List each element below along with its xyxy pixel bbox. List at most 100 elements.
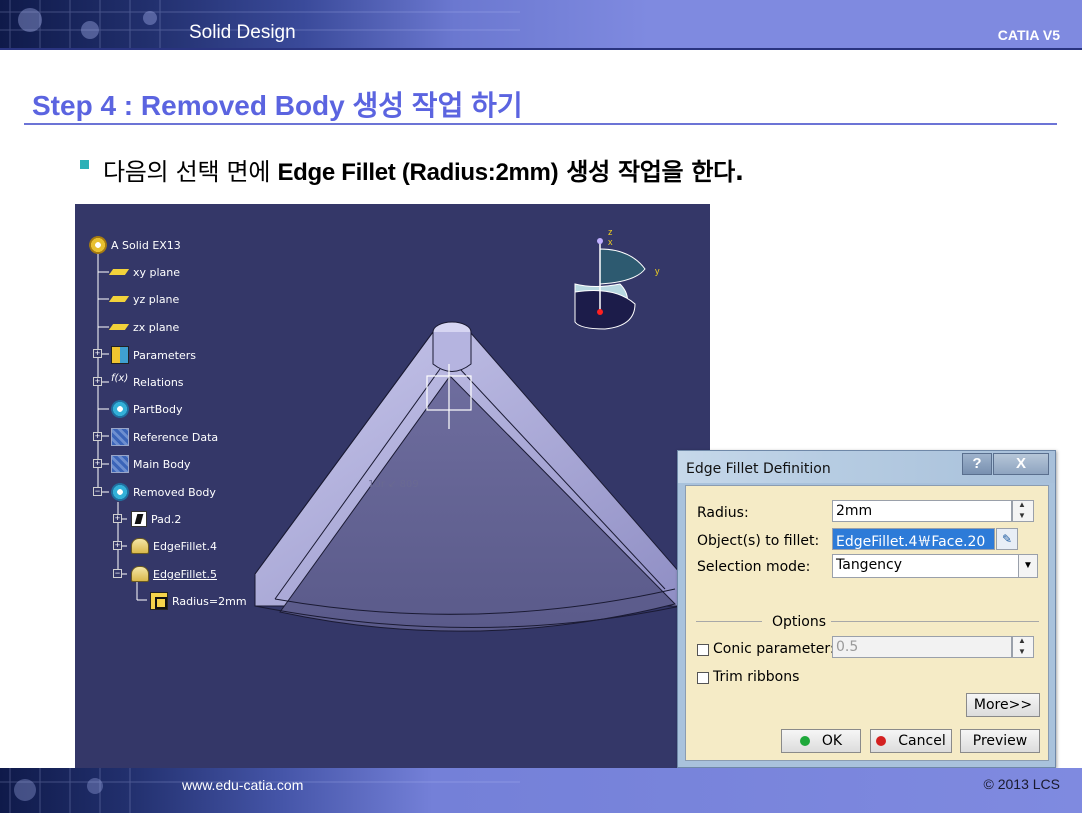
objects-input[interactable]: EdgeFillet.4￦Face.20 xyxy=(832,528,995,550)
expand-edgefillet-4-icon[interactable]: + xyxy=(113,541,122,550)
catia-3d-viewport[interactable]: 10r ↙ 809 z x y A Solid EX13 xy plane yz… xyxy=(75,204,710,769)
tree-item-radius[interactable]: Radius=2mm xyxy=(150,591,247,611)
instruction-text: 다음의 선택 면에 Edge Fillet (Radius:2mm) 생성 작업… xyxy=(103,152,744,187)
compass-icon[interactable]: z x y xyxy=(574,227,660,330)
expand-pad-icon[interactable]: + xyxy=(113,514,122,523)
fillet-icon xyxy=(131,538,149,554)
edit-list-icon[interactable]: ✎ xyxy=(996,528,1018,550)
options-label: Options xyxy=(772,614,827,630)
ok-status-icon xyxy=(799,736,810,746)
tree-item-label: EdgeFillet.5 xyxy=(153,567,217,581)
expand-main-body-icon[interactable]: + xyxy=(93,459,102,468)
tree-item-label: zx plane xyxy=(133,320,180,334)
body-gear-icon xyxy=(111,483,129,501)
cancel-button[interactable]: Cancel xyxy=(870,729,952,753)
cancel-label: Cancel xyxy=(898,733,946,749)
dialog-titlebar[interactable]: Edge Fillet Definition ? X xyxy=(678,451,1055,483)
expand-parameters-icon[interactable]: + xyxy=(93,349,102,358)
viewport-faint-label: 10r ↙ 809 xyxy=(368,479,419,490)
tree-item-reference-data[interactable]: Reference Data xyxy=(111,427,218,447)
options-divider-left xyxy=(696,621,762,622)
tree-item-label: Relations xyxy=(133,375,184,389)
tree-item-label: yz plane xyxy=(133,292,180,306)
header-title: Solid Design xyxy=(189,22,296,43)
ok-label: OK xyxy=(821,733,843,749)
compass-z-label: z xyxy=(608,227,613,237)
header-bar: Solid Design CATIA V5 xyxy=(0,0,1082,50)
trim-ribbons-checkbox[interactable] xyxy=(697,672,709,684)
collapse-edgefillet-5-icon[interactable]: − xyxy=(113,569,122,578)
specification-tree: A Solid EX13 xy plane yz plane zx plane … xyxy=(75,204,315,624)
collapse-removed-body-icon[interactable]: − xyxy=(93,487,102,496)
conic-parameter-checkbox[interactable] xyxy=(697,644,709,656)
step-title-rule xyxy=(24,123,1057,125)
plane-icon xyxy=(108,263,130,281)
body-gear-icon xyxy=(111,400,129,418)
fillet-icon xyxy=(131,566,149,582)
close-button[interactable]: X xyxy=(993,453,1049,475)
edge-fillet-dialog: Edge Fillet Definition ? X Radius: 2mm O… xyxy=(677,450,1056,768)
tree-item-relations[interactable]: f(x) Relations xyxy=(111,372,184,392)
tree-item-label: Reference Data xyxy=(133,430,219,444)
pad-icon xyxy=(131,511,147,527)
header-divider xyxy=(0,48,1082,50)
help-button[interactable]: ? xyxy=(962,453,992,475)
footer-url[interactable]: www.edu-catia.com xyxy=(182,777,303,793)
radius-label: Radius: xyxy=(697,505,749,521)
plane-icon xyxy=(108,318,130,336)
footer-bar: www.edu-catia.com © 2013 LCS xyxy=(0,768,1082,813)
part-gear-icon xyxy=(89,236,107,254)
conic-parameter-spinner[interactable] xyxy=(1012,636,1034,658)
plane-icon xyxy=(108,290,130,308)
tree-item-label: Pad.2 xyxy=(151,512,182,526)
tree-item-pad-2[interactable]: Pad.2 xyxy=(131,509,181,529)
tree-item-main-body[interactable]: Main Body xyxy=(111,454,191,474)
instruction-bold: Edge Fillet (Radius:2mm) xyxy=(277,159,559,186)
radius-parameter-icon xyxy=(150,592,168,610)
tree-item-zx-plane[interactable]: zx plane xyxy=(108,317,180,337)
relations-icon: f(x) xyxy=(111,373,129,384)
tree-item-label: Main Body xyxy=(133,457,191,471)
body-box-icon xyxy=(111,455,129,473)
step-title: Step 4 : Removed Body 생성 작업 하기 xyxy=(32,90,523,121)
tree-item-xy-plane[interactable]: xy plane xyxy=(108,262,181,282)
radius-input[interactable]: 2mm xyxy=(832,500,1012,522)
radius-spinner[interactable] xyxy=(1012,500,1034,522)
instruction-prefix: 다음의 선택 면에 xyxy=(103,158,278,186)
bullet-icon xyxy=(80,160,89,169)
selection-mode-select[interactable]: Tangency xyxy=(832,554,1020,578)
ok-button[interactable]: OK xyxy=(781,729,861,753)
chevron-down-icon[interactable]: ▼ xyxy=(1018,554,1038,578)
tree-item-yz-plane[interactable]: yz plane xyxy=(108,289,180,309)
tree-item-label: Removed Body xyxy=(133,485,216,499)
tree-item-edgefillet-5[interactable]: EdgeFillet.5 xyxy=(131,564,217,584)
options-divider-right xyxy=(831,621,1039,622)
dialog-title: Edge Fillet Definition xyxy=(686,461,831,477)
instruction-suffix: 생성 작업을 한다. xyxy=(558,158,744,186)
tree-item-label: PartBody xyxy=(133,402,183,416)
parameters-icon xyxy=(111,346,129,364)
selection-mode-label: Selection mode: xyxy=(697,559,811,575)
more-button[interactable]: More>> xyxy=(966,693,1040,717)
trim-ribbons-label: Trim ribbons xyxy=(713,669,800,685)
header-product: CATIA V5 xyxy=(997,27,1060,43)
tree-item-label: EdgeFillet.4 xyxy=(153,539,217,553)
tree-item-parameters[interactable]: Parameters xyxy=(111,345,196,365)
tree-item-removed-body[interactable]: Removed Body xyxy=(111,482,216,502)
tree-item-label: xy plane xyxy=(133,265,181,279)
tree-root[interactable]: A Solid EX13 xyxy=(89,235,181,255)
expand-reference-data-icon[interactable]: + xyxy=(93,432,102,441)
tree-item-edgefillet-4[interactable]: EdgeFillet.4 xyxy=(131,536,217,556)
compass-y-label: y xyxy=(655,266,660,276)
expand-relations-icon[interactable]: + xyxy=(93,377,102,386)
cancel-status-icon xyxy=(876,736,887,746)
objects-label: Object(s) to fillet: xyxy=(697,533,820,549)
dialog-body: Radius: 2mm Object(s) to fillet: EdgeFil… xyxy=(685,485,1049,761)
tree-item-partbody[interactable]: PartBody xyxy=(111,399,182,419)
tree-root-label: A Solid EX13 xyxy=(111,238,181,252)
preview-button[interactable]: Preview xyxy=(960,729,1040,753)
footer-copyright: © 2013 LCS xyxy=(983,776,1060,792)
part-geometry[interactable] xyxy=(254,321,682,632)
conic-parameter-input[interactable]: 0.5 xyxy=(832,636,1012,658)
tree-item-label: Radius=2mm xyxy=(172,594,247,608)
